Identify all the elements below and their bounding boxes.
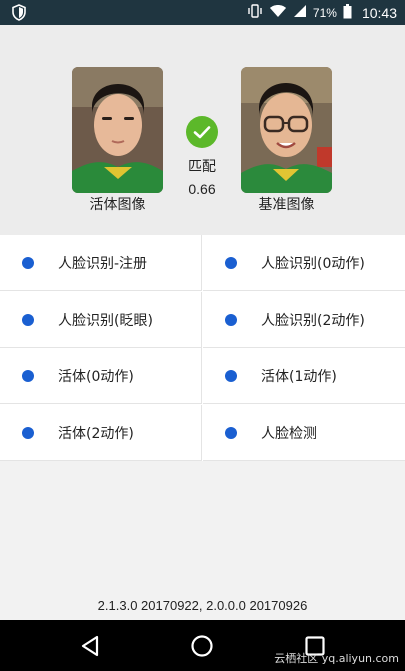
- menu-item-label: 人脸识别(眨眼): [58, 312, 153, 329]
- menu-item-label: 人脸识别(0动作): [261, 255, 365, 272]
- home-icon[interactable]: [190, 634, 214, 658]
- live-image-caption: 活体图像: [89, 197, 146, 213]
- menu-item-label: 活体(2动作): [58, 425, 134, 442]
- menu-item-liveness-0-action[interactable]: 活体(0动作): [0, 348, 202, 404]
- menu-item-liveness-2-action[interactable]: 活体(2动作): [0, 405, 202, 461]
- bullet-dot-icon: [225, 369, 237, 382]
- live-face-image: [72, 67, 163, 193]
- status-time: 10:43: [361, 4, 397, 21]
- menu-item-label: 活体(1动作): [261, 368, 337, 385]
- watermark: 云栖社区 yq.aliyun.com: [274, 652, 399, 665]
- status-bar: 71% 10:43: [0, 0, 405, 25]
- match-score: 0.66: [188, 181, 216, 197]
- face-compare-panel: 活体图像 匹配 0.66 基准图像: [0, 25, 405, 235]
- menu-item-liveness-1-action[interactable]: 活体(1动作): [203, 348, 405, 404]
- match-check-icon: [186, 116, 218, 148]
- menu-item-face-detection[interactable]: 人脸检测: [203, 405, 405, 461]
- menu-item-label: 人脸识别(2动作): [261, 312, 365, 329]
- menu-item-label: 人脸检测: [261, 425, 317, 442]
- menu-item-face-register[interactable]: 人脸识别-注册: [0, 235, 202, 291]
- back-icon[interactable]: [79, 634, 103, 658]
- bullet-dot-icon: [22, 313, 34, 326]
- shield-icon: [11, 4, 27, 25]
- battery-icon: [343, 3, 352, 22]
- version-text: 2.1.3.0 20170922, 2.0.0.0 20170926: [97, 598, 308, 613]
- bullet-dot-icon: [22, 369, 34, 382]
- bullet-dot-icon: [225, 256, 237, 269]
- bullet-dot-icon: [225, 426, 237, 439]
- menu-item-face-recognition-2-action[interactable]: 人脸识别(2动作): [203, 292, 405, 348]
- reference-face-image: [241, 67, 332, 193]
- menu-item-face-recognition-blink[interactable]: 人脸识别(眨眼): [0, 292, 202, 348]
- bullet-dot-icon: [22, 256, 34, 269]
- wifi-icon: [269, 4, 287, 21]
- vibrate-icon: [247, 4, 263, 21]
- reference-image-caption: 基准图像: [258, 197, 315, 213]
- battery-percent: 71%: [312, 5, 337, 20]
- signal-icon: [293, 4, 307, 21]
- menu-item-label: 人脸识别-注册: [58, 255, 148, 272]
- bullet-dot-icon: [225, 313, 237, 326]
- menu-item-face-recognition-0-action[interactable]: 人脸识别(0动作): [203, 235, 405, 291]
- bullet-dot-icon: [22, 426, 34, 439]
- menu-item-label: 活体(0动作): [58, 368, 134, 385]
- function-menu: 人脸识别-注册 人脸识别(0动作) 人脸识别(眨眼) 人脸识别(2动作) 活体(…: [0, 235, 405, 461]
- match-label: 匹配: [188, 159, 216, 175]
